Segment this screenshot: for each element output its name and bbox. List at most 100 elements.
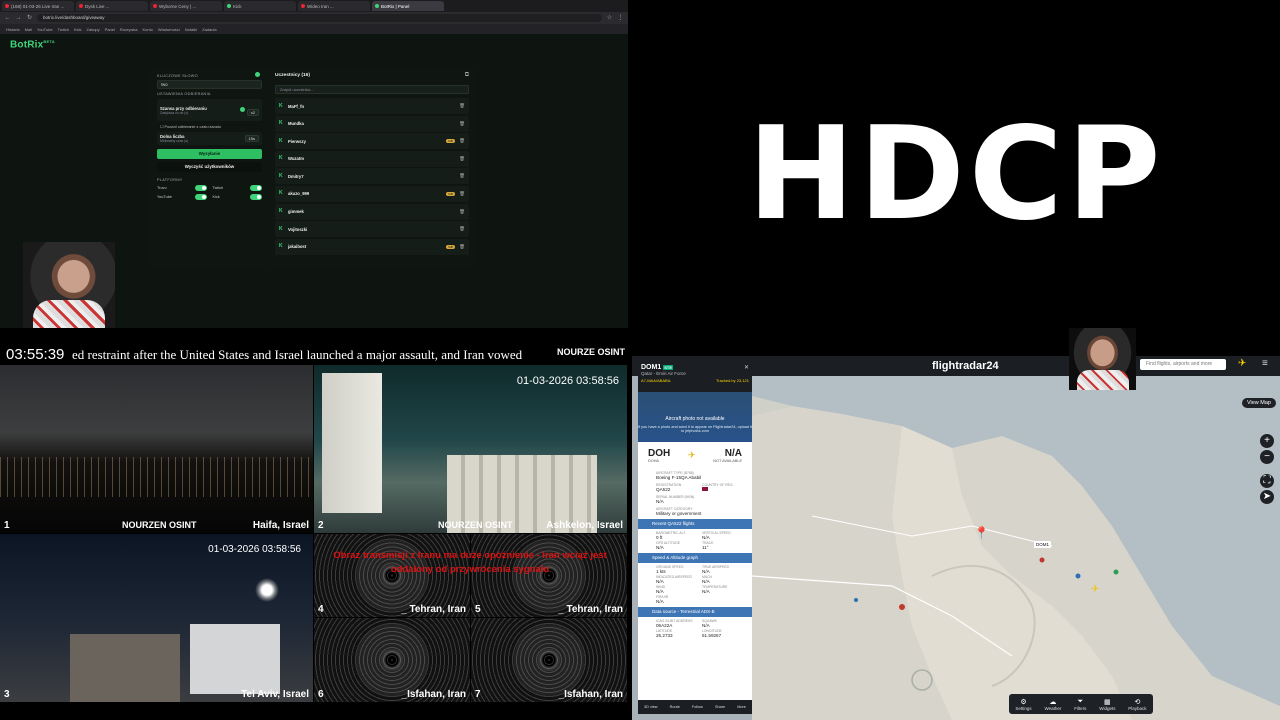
list-item[interactable]: K Wuzatm 🗑 [275, 150, 469, 167]
trash-icon[interactable]: 🗑 [459, 103, 465, 109]
aircraft-callout[interactable]: DOM1 [1034, 541, 1052, 548]
youtube-toggle[interactable] [194, 194, 207, 200]
3d-view-button[interactable]: 3D view [644, 705, 658, 709]
speed-graph-header[interactable]: Speed & Altitude graph [638, 553, 752, 563]
chat-checkbox[interactable]: ☐ Pozwól odbieranie z czatu kanału [157, 124, 262, 129]
trash-icon[interactable]: 🗑 [459, 209, 465, 215]
origin-name: DOHA [648, 458, 659, 463]
building [322, 373, 382, 513]
browser-tab[interactable]: Kick [224, 1, 296, 11]
camera-location: _Isfahan, Iran [401, 689, 466, 700]
bookmark-item[interactable]: Wiadomości [158, 27, 180, 32]
locate-icon[interactable]: ➤ [1260, 490, 1274, 504]
keyword-input[interactable]: !wo [157, 80, 262, 89]
youtube-favicon-icon [5, 4, 9, 8]
bookmark-item[interactable]: Konto [142, 27, 152, 32]
more-button[interactable]: More [737, 705, 746, 709]
bookmark-item[interactable]: YouTube [37, 27, 53, 32]
bookmark-star-icon[interactable]: ☆ [606, 15, 613, 22]
sub-badge: sub [446, 191, 456, 196]
kick-toggle[interactable] [250, 194, 262, 200]
bookmarks-bar: Historia Mail YouTube Twitch Kick Zakupy… [0, 24, 628, 34]
bookmark-item[interactable]: Panel [105, 27, 115, 32]
menu-icon[interactable]: ⋮ [617, 15, 624, 22]
bookmark-item[interactable]: Rozrywka [120, 27, 138, 32]
browser-tab[interactable]: (168) 01-03-26 Live Iran ... [2, 1, 74, 11]
forward-icon[interactable]: → [15, 15, 22, 22]
trash-icon[interactable]: 🗑 [459, 156, 465, 162]
bookmark-item[interactable]: Historia [6, 27, 20, 32]
city-lights [0, 457, 313, 497]
data-source-header[interactable]: Data source - Terrestrial ADS-B [638, 607, 752, 617]
platform-twitch: Twitch [213, 185, 262, 191]
browser-tab[interactable]: Wideo Iran ... [298, 1, 370, 11]
route-button[interactable]: Route [670, 705, 680, 709]
settings-button[interactable]: ⚙ Settings [1015, 698, 1031, 711]
list-item[interactable]: Kjakaibost sub 🗑 [275, 238, 469, 255]
bookmark-item[interactable]: Kick [74, 27, 82, 32]
share-button[interactable]: Share [715, 705, 725, 709]
news-multicam: ed restraint after the United States and… [0, 343, 628, 720]
back-icon[interactable]: ← [4, 15, 11, 22]
aircraft-info-panel: DOM1 STE ✕ Qatar - Emiri Air Force A7-MAA… [638, 362, 752, 714]
follow-button[interactable]: Follow [692, 705, 703, 709]
list-item[interactable]: K Dmitry7 🗑 [275, 168, 469, 185]
bookmark-item[interactable]: Zadania [202, 27, 216, 32]
weather-button[interactable]: ☁ Weather [1044, 698, 1061, 711]
fullscreen-icon[interactable]: ⛶ [1260, 474, 1274, 488]
flightradar-logo[interactable]: flightradar24 [932, 360, 999, 372]
participant-search-input[interactable]: Znajdź uczestnika... [275, 85, 469, 94]
bookmark-item[interactable]: Notatki [185, 27, 197, 32]
view-mode-button[interactable]: View Map [1241, 398, 1276, 408]
browser-tab[interactable]: Dysk Live ... [76, 1, 148, 11]
trash-icon[interactable]: 🗑 [459, 173, 465, 179]
chance-toggle-icon[interactable] [239, 107, 245, 113]
aircraft-icon[interactable]: ✈ [1091, 584, 1099, 595]
close-icon[interactable]: ✕ [744, 364, 749, 371]
list-item[interactable]: K Mundka 🗑 [275, 115, 469, 132]
trash-icon[interactable]: 🗑 [459, 121, 465, 127]
browser-tab-active[interactable]: BotRix | Panel [372, 1, 444, 11]
plane-icon[interactable]: ✈ [1238, 358, 1246, 369]
playback-button[interactable]: ⟲ Playback [1128, 698, 1146, 711]
trash-icon[interactable]: 🗑 [459, 138, 465, 144]
list-item[interactable]: Kakuzo_999 sub 🗑 [275, 185, 469, 202]
clear-users-button[interactable]: Wyczyść użytkowników [157, 162, 262, 172]
timer-select[interactable]: 15s [244, 135, 259, 142]
zoom-out-icon[interactable]: − [1260, 450, 1274, 464]
bookmark-item[interactable]: Mail [25, 27, 32, 32]
url-field[interactable]: botrix.live/dashboard/giveaway [37, 14, 602, 22]
map-pin-icon[interactable]: 📍 [974, 526, 989, 540]
start-giveaway-button[interactable]: Wysyłanie [157, 149, 262, 159]
bookmark-item[interactable]: Zakupy [87, 27, 100, 32]
chance-select[interactable]: x2 [246, 109, 259, 116]
camera-feed-6: 6 _Isfahan, Iran [314, 618, 470, 702]
flight-search-input[interactable]: Find flights, airports and more [1140, 359, 1226, 370]
twitch-toggle[interactable] [250, 185, 262, 191]
filters-button[interactable]: ⏷ Filters [1074, 698, 1086, 711]
keyword-label: KLUCZOWE SŁOWO [157, 74, 198, 78]
trash-icon[interactable]: 🗑 [459, 226, 465, 232]
list-item[interactable]: Kgimmek 🗑 [275, 203, 469, 220]
ticker-clock: 03:55:39 [6, 346, 65, 363]
chance-title: Szansa przy odbieraniu [160, 105, 207, 111]
map-view[interactable]: DOM1 📍 ✈ View Map + − ⛶ ➤ ⚙ Settings ☁ Wea… [752, 376, 1280, 720]
trash-icon[interactable]: 🗑 [459, 244, 465, 250]
list-item[interactable]: K MaFf_fn 🗑 [275, 98, 469, 114]
botrix-logo[interactable]: BotRixBETA [10, 39, 55, 50]
timer-subtitle: Minimalny czas (s) [160, 139, 189, 143]
widgets-button[interactable]: ▦ Widgets [1099, 698, 1115, 711]
recent-flights-header[interactable]: Recent QA522 flights [638, 519, 752, 529]
platforms-label: PLATFORMY [157, 178, 183, 182]
list-item[interactable]: K Vojitoszki 🗑 [275, 221, 469, 238]
copy-icon[interactable]: ⧉ [465, 72, 469, 79]
browser-tab[interactable]: Wyborne Ceny | ... [150, 1, 222, 11]
reload-icon[interactable]: ↻ [26, 15, 33, 22]
trash-icon[interactable]: 🗑 [459, 191, 465, 197]
bookmark-item[interactable]: Twitch [58, 27, 69, 32]
zoom-in-icon[interactable]: + [1260, 434, 1274, 448]
favicon-icon [153, 4, 157, 8]
trovo-toggle[interactable] [194, 185, 207, 191]
list-item[interactable]: K Pierwszy sub 🗑 [275, 133, 469, 150]
hamburger-menu-icon[interactable]: ≡ [1262, 358, 1268, 369]
